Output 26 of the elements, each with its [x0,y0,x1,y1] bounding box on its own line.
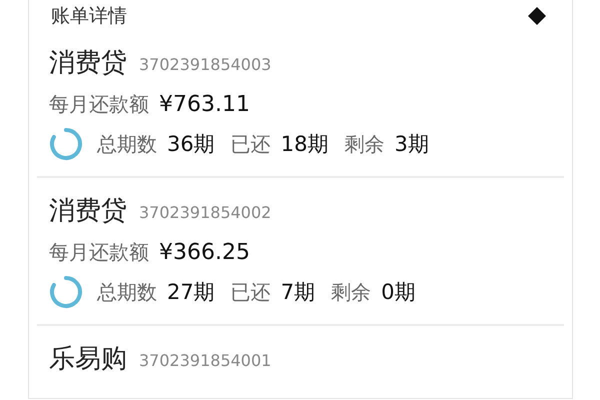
loan-number: 3702391854002 [139,202,272,222]
stat-value: 0期 [381,279,416,306]
monthly-label: 每月还款额 [49,238,149,266]
loan-name: 消费贷 [49,46,127,80]
stat-label: 总期数 [97,278,157,306]
loan-name: 乐易购 [49,342,127,376]
stat-value: 7期 [280,279,316,306]
stat-value: 27期 [167,279,215,306]
stat-label: 总期数 [97,130,157,158]
stat-value: 18期 [280,131,328,158]
stat-label: 剩余 [331,278,372,306]
stat-label: 剩余 [344,130,384,158]
loan-name: 消费贷 [49,194,127,228]
loan-number: 3702391854001 [139,350,272,370]
stat-value: 36期 [167,131,215,158]
monthly-amount: ¥763.11 [159,92,250,116]
monthly-amount: ¥366.25 [159,240,250,264]
stat-label: 已还 [230,130,271,158]
section-title: 账单详情 [51,4,127,29]
stat-label: 已还 [230,278,271,306]
spinner-icon [49,127,83,161]
loan-number: 3702391854003 [139,54,272,74]
monthly-label: 每月还款额 [49,90,149,118]
diamond-icon[interactable] [526,5,548,27]
stat-value: 3期 [394,131,429,158]
spinner-icon [49,275,83,309]
